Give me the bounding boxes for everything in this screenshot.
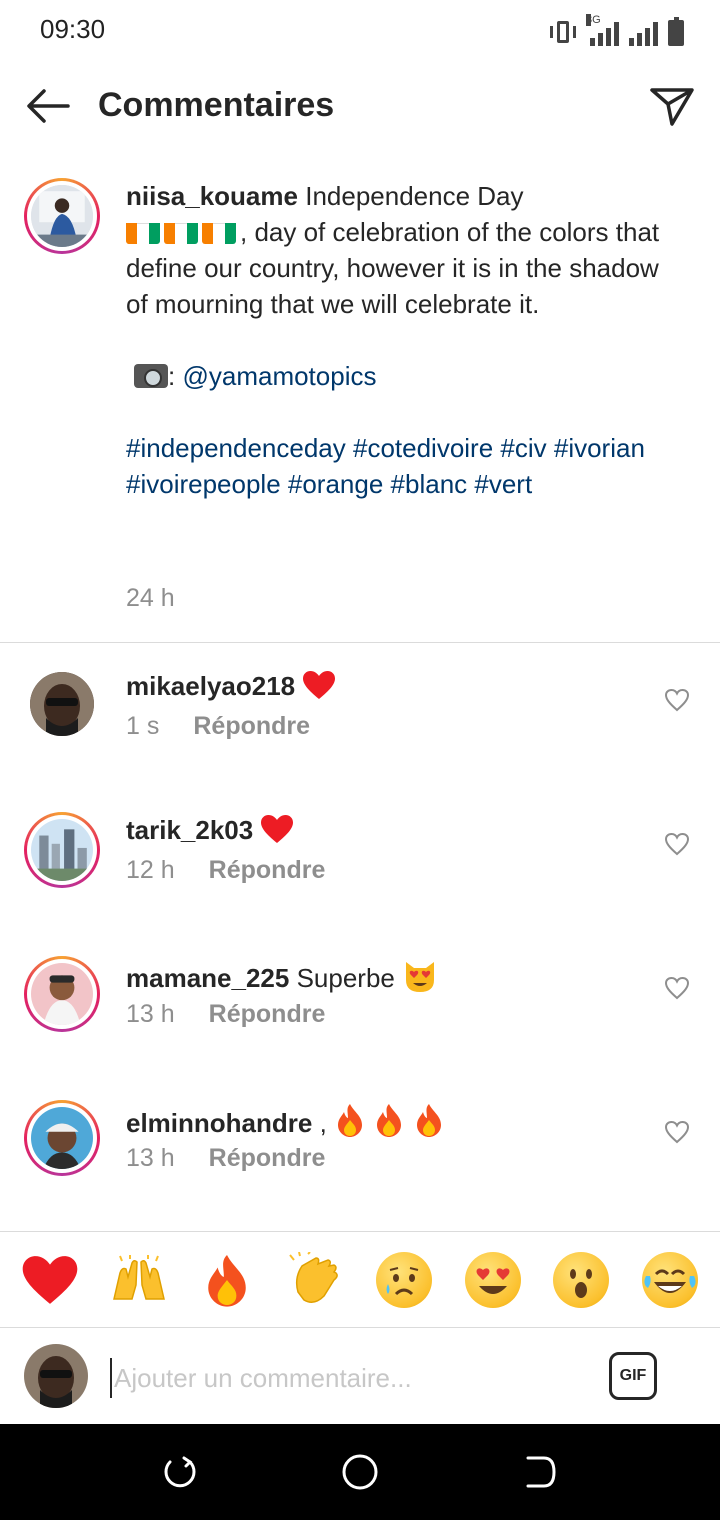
comment-text: mamane_225 Superbe bbox=[126, 958, 438, 994]
sad-tear-emoji[interactable] bbox=[374, 1250, 434, 1310]
comment-timestamp: 13 h bbox=[126, 1144, 175, 1172]
camera-suffix: : bbox=[168, 361, 176, 391]
quick-reactions-bar bbox=[0, 1232, 720, 1328]
arrow-left-icon[interactable] bbox=[24, 86, 72, 126]
comment-timestamp: 12 h bbox=[126, 856, 175, 884]
commenter-avatar[interactable] bbox=[24, 1100, 100, 1176]
caption-username[interactable]: niisa_kouame bbox=[126, 181, 298, 211]
reply-button[interactable]: Répondre bbox=[209, 856, 326, 885]
ivory-coast-flag-icon bbox=[164, 220, 198, 244]
status-bar: 09:30 3G bbox=[0, 0, 720, 62]
fire-emoji[interactable] bbox=[197, 1250, 257, 1310]
home-icon[interactable] bbox=[340, 1452, 380, 1492]
person-photo bbox=[24, 1344, 88, 1408]
person-photo bbox=[31, 1107, 93, 1169]
comment-input[interactable] bbox=[110, 1358, 580, 1398]
red-heart-icon bbox=[261, 815, 294, 843]
city-photo bbox=[31, 819, 93, 881]
back-nav-icon[interactable] bbox=[520, 1452, 560, 1492]
status-icons: 3G bbox=[550, 14, 684, 46]
ivory-coast-flag-icon bbox=[126, 220, 160, 244]
commenter-avatar[interactable] bbox=[24, 956, 100, 1032]
heart-eyes-emoji[interactable] bbox=[463, 1250, 523, 1310]
comment-item: elminnohandre , 13 h Répondre bbox=[0, 1100, 720, 1244]
comment-username[interactable]: mamane_225 bbox=[126, 963, 289, 993]
network-type: 3G bbox=[586, 14, 601, 26]
caption-timestamp: 24 h bbox=[126, 584, 175, 612]
person-photo bbox=[31, 963, 93, 1025]
comment-text: tarik_2k03 bbox=[126, 814, 294, 846]
caption-text: niisa_kouame Independence Day , day of c… bbox=[126, 178, 686, 502]
comment-meta: 1 s Répondre bbox=[126, 712, 310, 741]
comment-timestamp: 1 s bbox=[126, 712, 160, 740]
system-nav-bar bbox=[0, 1424, 720, 1520]
camera-icon bbox=[134, 364, 168, 388]
comment-input-bar: GIF bbox=[0, 1328, 720, 1424]
like-heart-icon[interactable] bbox=[664, 688, 690, 712]
commenter-avatar[interactable] bbox=[30, 672, 94, 736]
status-time: 09:30 bbox=[40, 14, 106, 44]
comment-meta: 13 h Répondre bbox=[126, 1144, 325, 1173]
comment-text: mikaelyao218 bbox=[126, 670, 336, 702]
commenter-avatar[interactable] bbox=[24, 812, 100, 888]
reply-button[interactable]: Répondre bbox=[209, 1000, 326, 1029]
person-photo bbox=[31, 185, 93, 247]
post-caption: niisa_kouame Independence Day , day of c… bbox=[0, 170, 720, 642]
flag-group bbox=[126, 217, 240, 247]
caption-text-start: Independence Day bbox=[305, 181, 524, 211]
like-heart-icon[interactable] bbox=[664, 976, 690, 1000]
mention-link[interactable]: @yamamotopics bbox=[182, 361, 376, 391]
current-user-avatar bbox=[24, 1344, 88, 1408]
fire-emoji-group bbox=[334, 1104, 444, 1138]
signal-icon: 3G bbox=[586, 14, 619, 46]
hashtag-links[interactable]: #independenceday #cotedivoire #civ #ivor… bbox=[126, 433, 645, 499]
caption-avatar[interactable] bbox=[24, 178, 100, 254]
tears-of-joy-emoji[interactable] bbox=[640, 1250, 700, 1310]
reply-button[interactable]: Répondre bbox=[193, 712, 310, 741]
raising-hands-emoji[interactable] bbox=[109, 1250, 169, 1310]
comment-username[interactable]: tarik_2k03 bbox=[126, 815, 253, 845]
comment-meta: 12 h Répondre bbox=[126, 856, 325, 885]
divider bbox=[0, 642, 720, 643]
reply-button[interactable]: Répondre bbox=[209, 1144, 326, 1173]
header: Commentaires bbox=[0, 62, 720, 150]
battery-icon bbox=[668, 17, 684, 46]
fire-icon bbox=[338, 1104, 363, 1137]
like-heart-icon[interactable] bbox=[664, 1120, 690, 1144]
paper-plane-icon[interactable] bbox=[648, 84, 696, 128]
surprised-emoji[interactable] bbox=[551, 1250, 611, 1310]
red-heart-emoji[interactable] bbox=[20, 1250, 80, 1310]
comment-text: elminnohandre , bbox=[126, 1102, 445, 1139]
comment-username[interactable]: elminnohandre bbox=[126, 1108, 312, 1138]
comment-meta: 13 h Répondre bbox=[126, 1000, 325, 1029]
like-heart-icon[interactable] bbox=[664, 832, 690, 856]
gif-button[interactable]: GIF bbox=[609, 1352, 657, 1400]
ivory-coast-flag-icon bbox=[202, 220, 236, 244]
comment-item: mamane_225 Superbe 13 h Répondre bbox=[0, 956, 720, 1100]
fire-icon bbox=[377, 1104, 402, 1137]
heart-eyes-cat-icon bbox=[406, 962, 435, 992]
person-photo bbox=[30, 672, 94, 736]
vibrate-icon bbox=[550, 18, 576, 46]
comment-body: Superbe bbox=[296, 963, 395, 993]
comment-item: mikaelyao218 1 s Répondre bbox=[0, 668, 720, 812]
comment-username[interactable]: mikaelyao218 bbox=[126, 671, 295, 701]
page-title: Commentaires bbox=[98, 86, 335, 124]
recents-icon[interactable] bbox=[160, 1452, 200, 1492]
comment-timestamp: 13 h bbox=[126, 1000, 175, 1028]
signal-icon-2 bbox=[629, 20, 658, 46]
clapping-hands-emoji[interactable] bbox=[286, 1250, 346, 1310]
comment-body: , bbox=[319, 1108, 327, 1138]
comment-item: tarik_2k03 12 h Répondre bbox=[0, 812, 720, 956]
red-heart-icon bbox=[303, 671, 336, 699]
fire-icon bbox=[416, 1104, 441, 1137]
